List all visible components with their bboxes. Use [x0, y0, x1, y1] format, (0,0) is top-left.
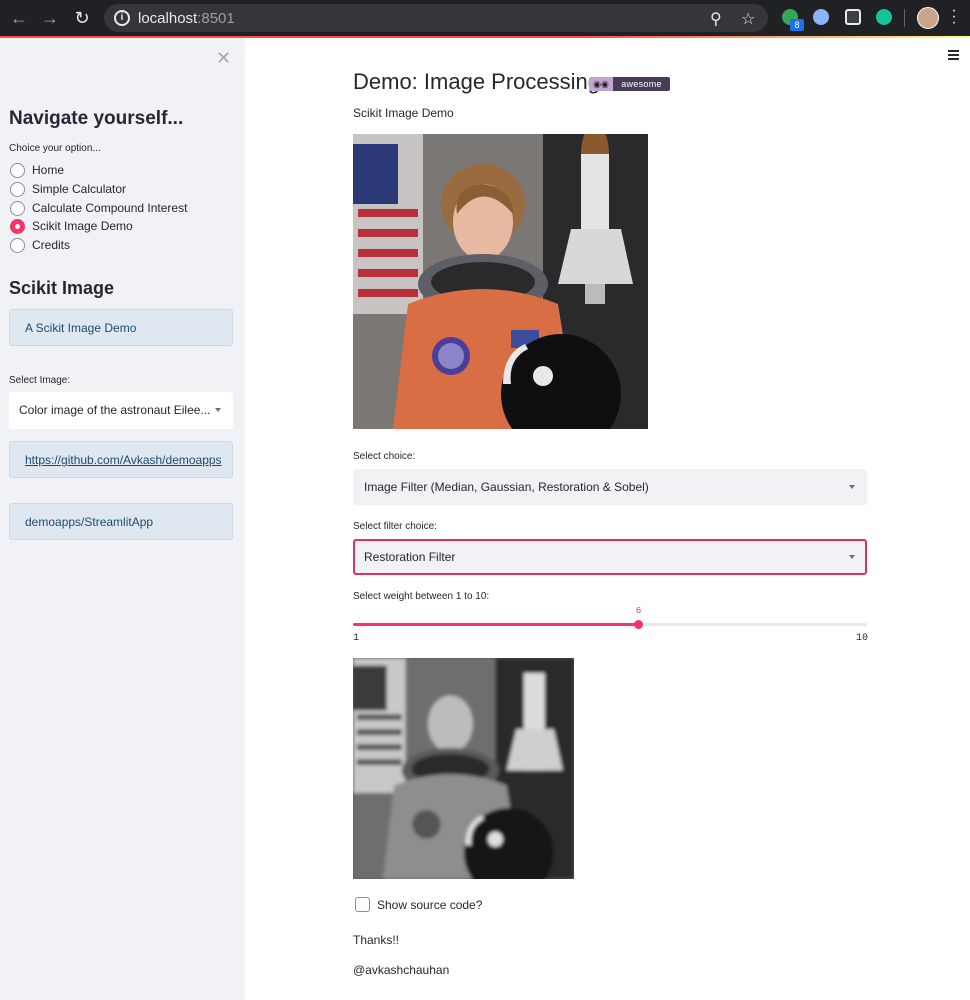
- select-image-label: Select Image:: [9, 375, 71, 386]
- profile-avatar[interactable]: [917, 7, 939, 29]
- radio-button[interactable]: [10, 181, 25, 197]
- filter-choice-label: Select filter choice:: [353, 521, 437, 532]
- chevron-down-icon: [215, 408, 221, 412]
- select-choice-dropdown[interactable]: Image Filter (Median, Gaussian, Restorat…: [353, 469, 867, 505]
- awesome-badge[interactable]: ◉◉ awesome: [589, 77, 670, 91]
- nav-heading: Navigate yourself...: [9, 108, 184, 129]
- show-source-checkbox[interactable]: [355, 897, 370, 912]
- slider-fill: [353, 623, 639, 626]
- weight-slider[interactable]: 6: [353, 606, 867, 629]
- checkbox-label: Show source code?: [377, 897, 483, 912]
- radio-button-selected[interactable]: [10, 218, 25, 234]
- url-text: localhost:8501: [138, 10, 235, 27]
- select-image-value: Color image of the astronaut Eilee...: [19, 403, 211, 417]
- hamburger-menu-icon[interactable]: [948, 50, 959, 62]
- extension-icon[interactable]: [813, 9, 829, 25]
- filter-choice-value: Restoration Filter: [364, 550, 456, 564]
- slider-thumb[interactable]: [634, 620, 644, 629]
- radio-button[interactable]: [10, 162, 25, 178]
- forward-icon[interactable]: →: [39, 7, 61, 29]
- select-choice-value: Image Filter (Median, Gaussian, Restorat…: [364, 480, 649, 494]
- filter-choice-dropdown[interactable]: Restoration Filter: [353, 539, 867, 575]
- thanks-text: Thanks!!: [353, 933, 400, 947]
- chevron-down-icon: [849, 555, 855, 559]
- page-subtitle: Scikit Image Demo: [353, 106, 454, 120]
- bookmark-star-icon[interactable]: ☆: [741, 9, 755, 29]
- toolbar-divider: [904, 9, 905, 27]
- address-bar[interactable]: i localhost:8501 ⚲ ☆: [104, 4, 768, 32]
- select-choice-label: Select choice:: [353, 451, 416, 462]
- radio-option-compound-interest[interactable]: Calculate Compound Interest: [10, 200, 187, 216]
- slider-min-label: 1: [353, 633, 360, 644]
- repo-info-box: demoapps/StreamlitApp: [9, 503, 233, 540]
- more-menu-icon[interactable]: · · ·: [951, 3, 957, 31]
- radio-label: Home: [32, 163, 65, 177]
- reload-icon[interactable]: ↻: [71, 7, 93, 29]
- pocket-icon[interactable]: [845, 9, 861, 25]
- radio-option-home[interactable]: Home: [10, 162, 64, 178]
- url-port: :8501: [197, 10, 235, 27]
- github-link[interactable]: https://github.com/Avkash/demoapps: [25, 453, 222, 467]
- show-source-checkbox-row[interactable]: Show source code?: [355, 897, 482, 912]
- zoom-icon[interactable]: ⚲: [710, 9, 722, 29]
- github-link-box: https://github.com/Avkash/demoapps: [9, 441, 233, 478]
- extension-badge: 8: [790, 19, 804, 31]
- url-host: localhost: [138, 10, 198, 27]
- sunglasses-icon: ◉◉: [589, 77, 613, 91]
- radio-label: Simple Calculator: [32, 182, 127, 196]
- radio-button[interactable]: [10, 237, 25, 253]
- radio-label: Credits: [32, 238, 71, 252]
- radio-label: Calculate Compound Interest: [32, 201, 188, 215]
- weight-slider-label: Select weight between 1 to 10:: [353, 591, 490, 602]
- radio-option-scikit-image-demo[interactable]: Scikit Image Demo: [10, 218, 133, 234]
- browser-toolbar: ← → ↻ i localhost:8501 ⚲ ☆ 8 · · ·: [0, 0, 970, 38]
- back-icon[interactable]: ←: [8, 7, 30, 29]
- filtered-grayscale-image: [353, 658, 574, 879]
- radio-option-simple-calculator[interactable]: Simple Calculator: [10, 181, 126, 197]
- page-title: Demo: Image Processing: [353, 69, 600, 94]
- info-box: A Scikit Image Demo: [9, 309, 233, 346]
- info-icon[interactable]: i: [114, 10, 130, 26]
- astronaut-color-image: [353, 134, 648, 429]
- grammarly-icon[interactable]: [876, 9, 892, 25]
- select-image-dropdown[interactable]: Color image of the astronaut Eilee...: [9, 392, 233, 429]
- radio-label: Scikit Image Demo: [32, 219, 133, 233]
- author-text: @avkashchauhan: [353, 963, 450, 977]
- radio-option-credits[interactable]: Credits: [10, 237, 70, 253]
- slider-max-label: 10: [856, 633, 869, 644]
- radio-button[interactable]: [10, 200, 25, 216]
- sidebar: ✕ Navigate yourself... Choice your optio…: [0, 38, 245, 1000]
- section-heading: Scikit Image: [9, 278, 115, 298]
- chevron-down-icon: [849, 485, 855, 489]
- close-icon[interactable]: ✕: [216, 48, 231, 69]
- radio-group-label: Choice your option...: [9, 143, 101, 154]
- slider-value: 6: [635, 606, 642, 616]
- badge-text: awesome: [613, 77, 670, 91]
